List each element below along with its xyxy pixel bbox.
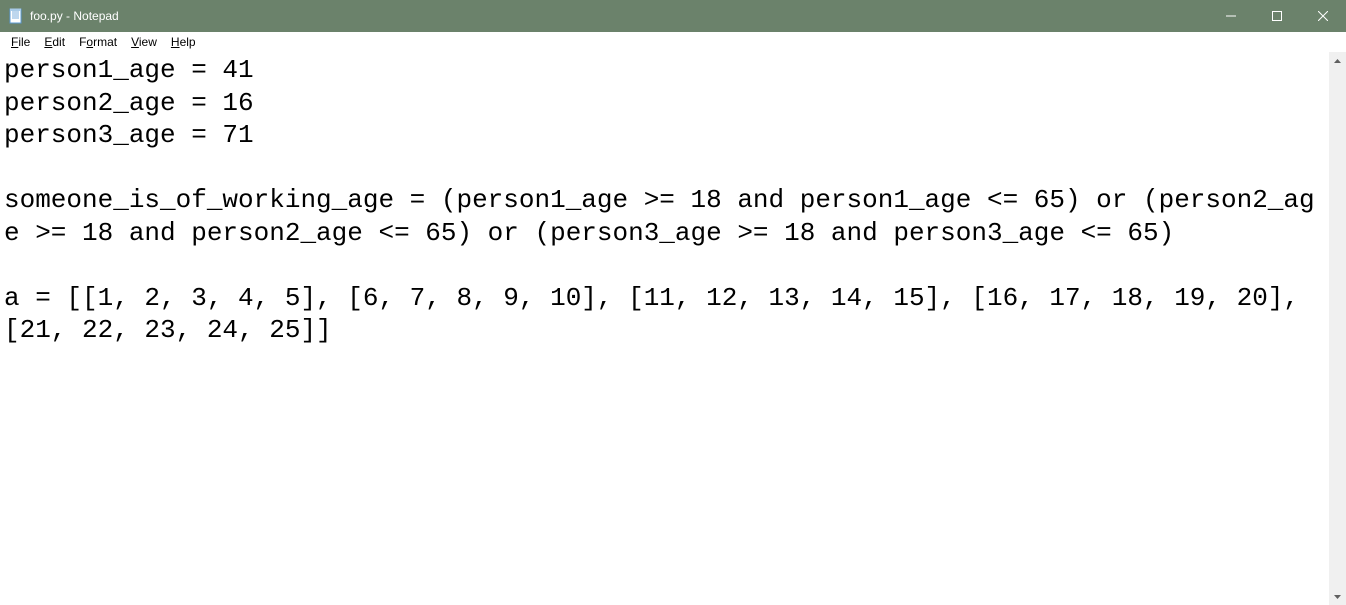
scroll-down-arrow[interactable]: [1329, 588, 1346, 605]
scroll-up-arrow[interactable]: [1329, 52, 1346, 69]
minimize-button[interactable]: [1208, 0, 1254, 32]
editor-area: person1_age = 41 person2_age = 16 person…: [0, 52, 1346, 605]
notepad-icon: [8, 8, 24, 24]
maximize-button[interactable]: [1254, 0, 1300, 32]
menu-view[interactable]: View: [124, 34, 164, 50]
vertical-scrollbar[interactable]: [1329, 52, 1346, 605]
menu-bar: File Edit Format View Help: [0, 32, 1346, 52]
title-bar[interactable]: foo.py - Notepad: [0, 0, 1346, 32]
window-title: foo.py - Notepad: [30, 9, 1208, 23]
menu-help[interactable]: Help: [164, 34, 203, 50]
menu-format[interactable]: Format: [72, 34, 124, 50]
text-editor[interactable]: person1_age = 41 person2_age = 16 person…: [0, 52, 1329, 605]
menu-file[interactable]: File: [4, 34, 37, 50]
window-controls: [1208, 0, 1346, 32]
menu-edit[interactable]: Edit: [37, 34, 72, 50]
close-button[interactable]: [1300, 0, 1346, 32]
scroll-track[interactable]: [1329, 69, 1346, 588]
